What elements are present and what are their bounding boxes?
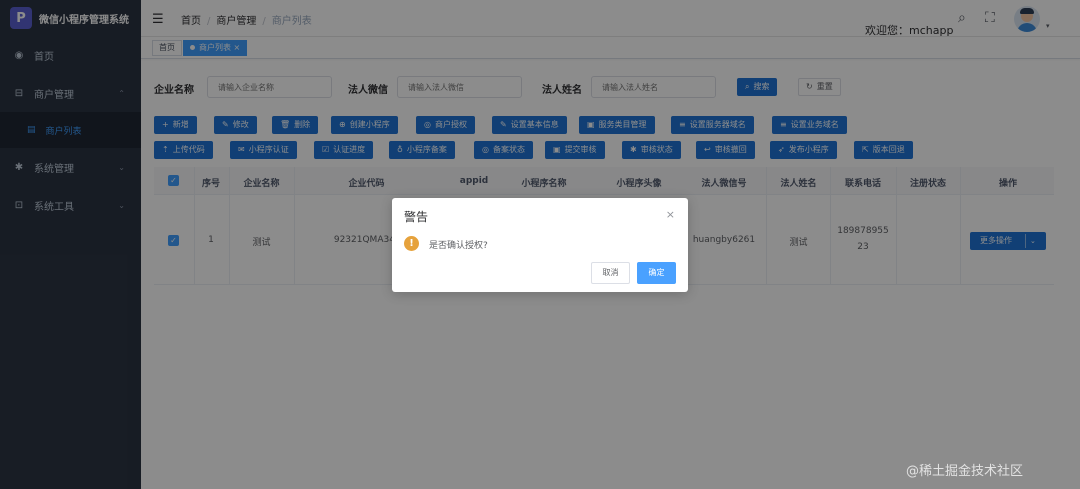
close-icon[interactable]: × [666,208,675,221]
warning-icon: ! [404,236,419,251]
watermark-text: @稀土掘金技术社区 [906,464,1024,479]
confirm-button[interactable]: 确定 [637,262,676,284]
confirm-dialog: 警告 × ! 是否确认授权? 取消 确定 [392,198,688,292]
dialog-message: 是否确认授权? [429,241,488,251]
dialog-title: 警告 [404,210,429,224]
cancel-button[interactable]: 取消 [591,262,630,284]
